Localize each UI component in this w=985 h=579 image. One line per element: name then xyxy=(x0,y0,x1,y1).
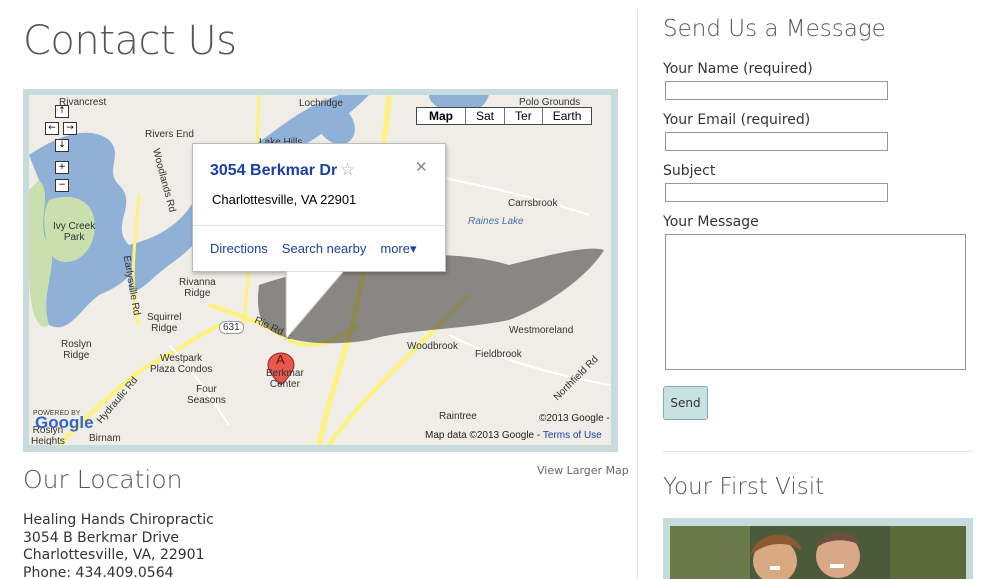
marker-label[interactable]: A xyxy=(276,353,285,366)
minor-road xyxy=(428,174,590,216)
map-place-label: Carrsbrook xyxy=(508,198,558,209)
terms-of-use-link[interactable]: Terms of Use xyxy=(543,430,602,441)
info-window-tail xyxy=(285,271,345,341)
send-button[interactable]: Send xyxy=(663,386,708,420)
pan-left-button[interactable]: ← xyxy=(45,122,59,135)
google-logo[interactable]: Google xyxy=(35,414,94,431)
pan-down-button[interactable]: ↓ xyxy=(55,139,69,152)
message-label: Your Message xyxy=(663,214,759,230)
map-place-label: Woodbrook xyxy=(407,341,458,352)
map-place-label: Berkmar Center xyxy=(266,368,304,390)
info-window-title[interactable]: 3054 Berkmar Dr xyxy=(210,162,337,180)
view-larger-map-link[interactable]: View Larger Map xyxy=(537,464,629,477)
zoom-out-button[interactable]: − xyxy=(55,179,69,192)
info-window-links: Directions Search nearby more▾ xyxy=(210,241,417,257)
map-place-label: Roslyn Ridge xyxy=(61,339,92,361)
map-place-label: Rivers End xyxy=(145,129,194,140)
route-shield-label: 631 xyxy=(219,321,244,334)
map-place-label: Polo Grounds xyxy=(519,97,581,108)
map-place-label: Squirrel Ridge xyxy=(147,312,182,334)
search-nearby-link[interactable]: Search nearby xyxy=(282,241,367,257)
name-label: Your Name (required) xyxy=(663,61,813,77)
map-place-label: Westpark Plaza Condos xyxy=(150,353,213,375)
close-icon[interactable]: ✕ xyxy=(415,158,428,176)
map-place-label: Westmoreland xyxy=(509,325,574,336)
practice-name: Healing Hands Chiropractic xyxy=(23,512,214,528)
map-place-label: Four Seasons xyxy=(187,384,226,406)
page-title: Contact Us xyxy=(23,18,237,64)
subject-label: Subject xyxy=(663,163,716,179)
map-type-earth-button[interactable]: Earth xyxy=(541,108,592,124)
location-address: Healing Hands Chiropractic 3054 B Berkma… xyxy=(23,512,214,579)
sidebar-divider xyxy=(663,451,973,452)
map-place-label: Fieldbrook xyxy=(475,349,522,360)
map-place-label: Raintree xyxy=(439,411,477,422)
map-place-label: Rivanna Ridge xyxy=(179,277,216,299)
first-visit-heading: Your First Visit xyxy=(663,474,825,500)
photo-image xyxy=(670,526,966,579)
photo-graphic xyxy=(670,526,966,579)
directions-link[interactable]: Directions xyxy=(210,241,268,257)
city-state-zip: Charlottesville, VA, 22901 xyxy=(23,547,205,564)
name-field[interactable] xyxy=(665,81,888,100)
pan-right-button[interactable]: → xyxy=(63,122,77,135)
map-container: ↑ ← → ↓ + − Map Sat Ter Earth Rivancrest… xyxy=(23,89,618,452)
info-window-address: Charlottesville, VA 22901 xyxy=(212,192,357,207)
map-place-label: Ivy Creek Park xyxy=(53,221,96,243)
map-type-control: Map Sat Ter Earth xyxy=(416,107,593,125)
map-info-window: 3054 Berkmar Dr ☆ ✕ Charlottesville, VA … xyxy=(192,143,446,272)
subject-field[interactable] xyxy=(665,183,888,202)
map-place-label: Lochridge xyxy=(299,98,343,109)
map-copyright-top: ©2013 Google - xyxy=(539,413,610,424)
star-icon[interactable]: ☆ xyxy=(340,160,355,180)
map-canvas[interactable]: ↑ ← → ↓ + − Map Sat Ter Earth Rivancrest… xyxy=(29,95,611,445)
first-visit-photo xyxy=(663,518,973,579)
map-type-sat-button[interactable]: Sat xyxy=(465,108,505,124)
map-data-text: Map data ©2013 Google - xyxy=(425,430,541,441)
phone-number: Phone: 434.409.0564 xyxy=(23,564,174,579)
map-type-ter-button[interactable]: Ter xyxy=(504,108,542,124)
map-type-map-button[interactable]: Map xyxy=(417,108,465,124)
more-link[interactable]: more▾ xyxy=(380,241,416,257)
info-window-divider xyxy=(193,225,445,226)
location-heading: Our Location xyxy=(23,465,183,494)
form-heading: Send Us a Message xyxy=(663,16,886,42)
map-place-label: Raines Lake xyxy=(468,216,524,227)
column-divider xyxy=(637,10,638,579)
email-label: Your Email (required) xyxy=(663,112,811,128)
email-field[interactable] xyxy=(665,132,888,151)
message-field[interactable] xyxy=(665,234,966,370)
street-address: 3054 B Berkmar Drive xyxy=(23,529,179,546)
zoom-in-button[interactable]: + xyxy=(55,161,69,174)
map-place-label: Birnam xyxy=(89,433,121,444)
map-place-label: Rivancrest xyxy=(59,97,107,108)
map-copyright-bottom: Map data ©2013 Google - Terms of Use xyxy=(425,430,602,441)
